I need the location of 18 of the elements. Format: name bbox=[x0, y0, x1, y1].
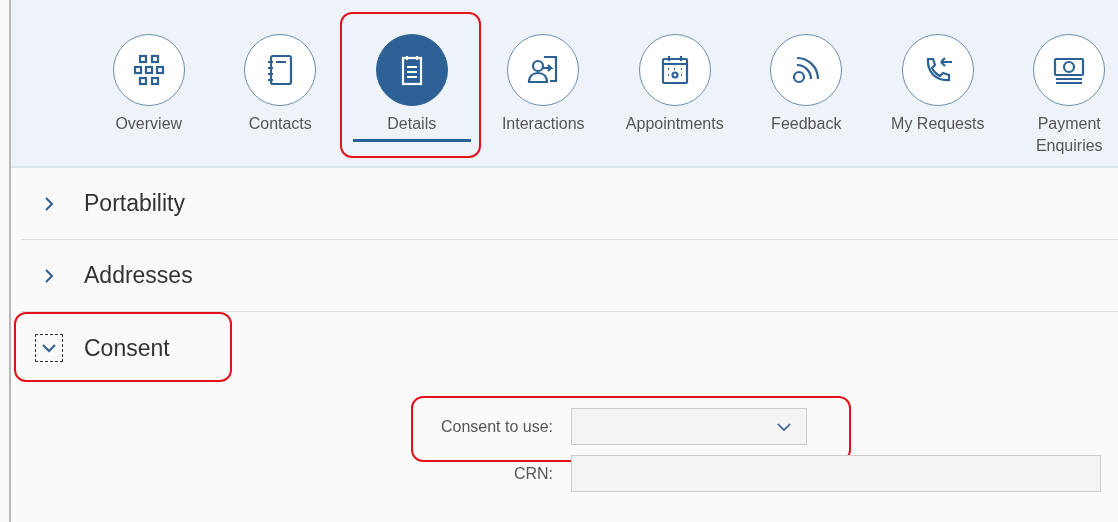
section-title[interactable]: Consent bbox=[84, 330, 170, 366]
tab[interactable]: Interactions bbox=[477, 34, 609, 166]
caret-icon bbox=[776, 421, 792, 432]
chevron-icon[interactable] bbox=[36, 335, 62, 361]
tab[interactable]: My Requests bbox=[872, 34, 1004, 166]
tab[interactable]: Appointments bbox=[609, 34, 741, 166]
section-title[interactable]: Portability bbox=[84, 186, 185, 221]
tab[interactable]: Overview bbox=[83, 34, 215, 166]
tab[interactable]: Payment Enquiries bbox=[1003, 34, 1118, 166]
section-title[interactable]: Addresses bbox=[84, 258, 193, 293]
network-icon bbox=[131, 53, 166, 87]
field-label: Consent to use: bbox=[439, 416, 554, 437]
tab[interactable]: Details bbox=[346, 34, 478, 166]
tab[interactable]: Feedback bbox=[740, 34, 872, 166]
tab[interactable]: Contacts bbox=[214, 34, 346, 166]
input-field[interactable] bbox=[571, 455, 1101, 492]
field-label: CRN: bbox=[512, 463, 554, 484]
dropdown-field[interactable] bbox=[571, 408, 807, 445]
